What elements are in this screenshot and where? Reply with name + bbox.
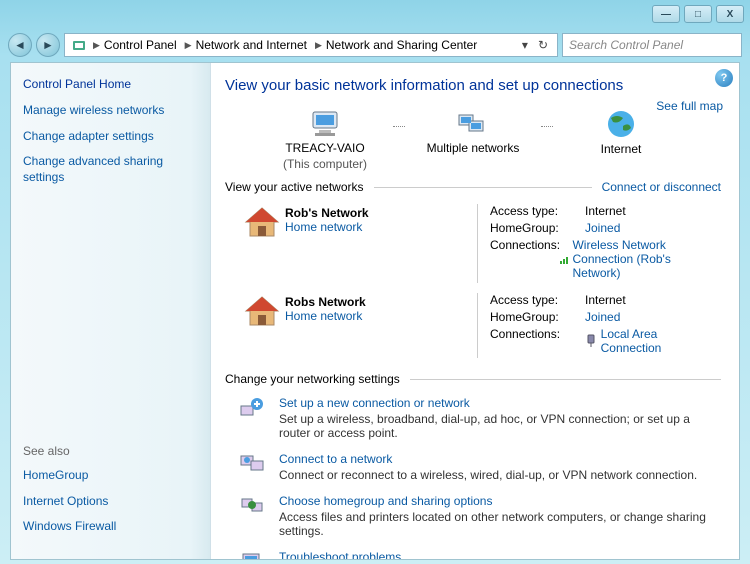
map-pc-label: TREACY-VAIO — [285, 141, 364, 155]
main-panel: ? View your basic network information an… — [211, 63, 739, 559]
network-name: Rob's Network — [285, 206, 465, 220]
settings-header: Change your networking settings — [225, 372, 400, 386]
settings-item: Choose homegroup and sharing options Acc… — [239, 494, 721, 538]
refresh-icon[interactable]: ↻ — [535, 38, 551, 52]
house-icon — [239, 204, 285, 283]
settings-item: Set up a new connection or network Set u… — [239, 396, 721, 440]
house-icon — [239, 293, 285, 358]
folder-icon — [71, 37, 87, 53]
breadcrumb[interactable]: ▶Network and Internet — [183, 37, 309, 53]
settings-link[interactable]: Connect to a network — [279, 452, 697, 466]
settings-description: Connect or reconnect to a wireless, wire… — [279, 468, 697, 482]
settings-icon — [239, 494, 267, 518]
sidebar-link-adapter[interactable]: Change adapter settings — [23, 129, 198, 145]
globe-icon — [605, 108, 637, 140]
settings-link[interactable]: Troubleshoot problems — [279, 550, 674, 559]
sidebar-home[interactable]: Control Panel Home — [23, 77, 198, 91]
access-type-value: Internet — [585, 293, 626, 307]
network-item: Robs Network Home network Access type:In… — [239, 293, 721, 358]
page-title: View your basic network information and … — [225, 77, 721, 94]
settings-link[interactable]: Set up a new connection or network — [279, 396, 721, 410]
maximize-button[interactable]: □ — [684, 5, 712, 23]
network-item: Rob's Network Home network Access type:I… — [239, 204, 721, 283]
homegroup-link[interactable]: Joined — [585, 221, 620, 235]
settings-description: Access files and printers located on oth… — [279, 510, 721, 538]
nav-toolbar: ◄ ► ▶Control Panel ▶Network and Internet… — [0, 28, 750, 62]
map-pc-sub: (This computer) — [283, 157, 367, 171]
network-name: Robs Network — [285, 295, 465, 309]
search-input[interactable]: Search Control Panel — [562, 33, 742, 57]
multi-network-icon — [455, 109, 491, 139]
homegroup-label: HomeGroup: — [490, 221, 585, 235]
minimize-button[interactable]: — — [652, 5, 680, 23]
back-button[interactable]: ◄ — [8, 33, 32, 57]
breadcrumb[interactable]: ▶Control Panel — [91, 37, 179, 53]
svg-text:!: ! — [256, 558, 260, 559]
close-button[interactable]: X — [716, 5, 744, 23]
settings-icon: ! — [239, 550, 267, 559]
sidebar-link-sharing[interactable]: Change advanced sharing settings — [23, 154, 198, 185]
see-also-label: See also — [23, 444, 198, 458]
address-bar[interactable]: ▶Control Panel ▶Network and Internet ▶Ne… — [64, 33, 558, 57]
network-map: TREACY-VAIO (This computer) Multiple net… — [225, 108, 721, 172]
access-type-label: Access type: — [490, 293, 585, 307]
connection-link[interactable]: Wireless Network Connection (Rob's Netwo… — [560, 238, 721, 280]
content-pane: Control Panel Home Manage wireless netwo… — [10, 62, 740, 560]
settings-item: Connect to a network Connect or reconnec… — [239, 452, 721, 482]
help-icon[interactable]: ? — [715, 69, 733, 87]
settings-icon — [239, 452, 267, 476]
sidebar: Control Panel Home Manage wireless netwo… — [11, 63, 211, 559]
access-type-label: Access type: — [490, 204, 585, 218]
connection-link[interactable]: Local Area Connection — [585, 327, 721, 355]
dropdown-icon[interactable]: ▾ — [519, 38, 531, 52]
sidebar-related-internet[interactable]: Internet Options — [23, 494, 198, 510]
homegroup-label: HomeGroup: — [490, 310, 585, 324]
sidebar-related-firewall[interactable]: Windows Firewall — [23, 519, 198, 535]
connections-label: Connections: — [490, 327, 585, 355]
window-titlebar: — □ X — [0, 0, 750, 28]
forward-button[interactable]: ► — [36, 33, 60, 57]
settings-description: Set up a wireless, broadband, dial-up, a… — [279, 412, 721, 440]
sidebar-link-wireless[interactable]: Manage wireless networks — [23, 103, 198, 119]
access-type-value: Internet — [585, 204, 626, 218]
settings-link[interactable]: Choose homegroup and sharing options — [279, 494, 721, 508]
connect-disconnect-link[interactable]: Connect or disconnect — [602, 180, 721, 194]
see-full-map-link[interactable]: See full map — [656, 99, 723, 113]
settings-item: ! Troubleshoot problems Diagnose and rep… — [239, 550, 721, 559]
settings-icon — [239, 396, 267, 420]
computer-icon — [307, 109, 343, 139]
sidebar-related-homegroup[interactable]: HomeGroup — [23, 468, 198, 484]
homegroup-link[interactable]: Joined — [585, 310, 620, 324]
map-internet-label: Internet — [601, 142, 642, 156]
network-type-link[interactable]: Home network — [285, 309, 362, 323]
map-mid-label: Multiple networks — [427, 141, 520, 155]
active-networks-header: View your active networks — [225, 180, 364, 194]
network-type-link[interactable]: Home network — [285, 220, 362, 234]
connections-label: Connections: — [490, 238, 560, 280]
breadcrumb[interactable]: ▶Network and Sharing Center — [313, 37, 479, 53]
